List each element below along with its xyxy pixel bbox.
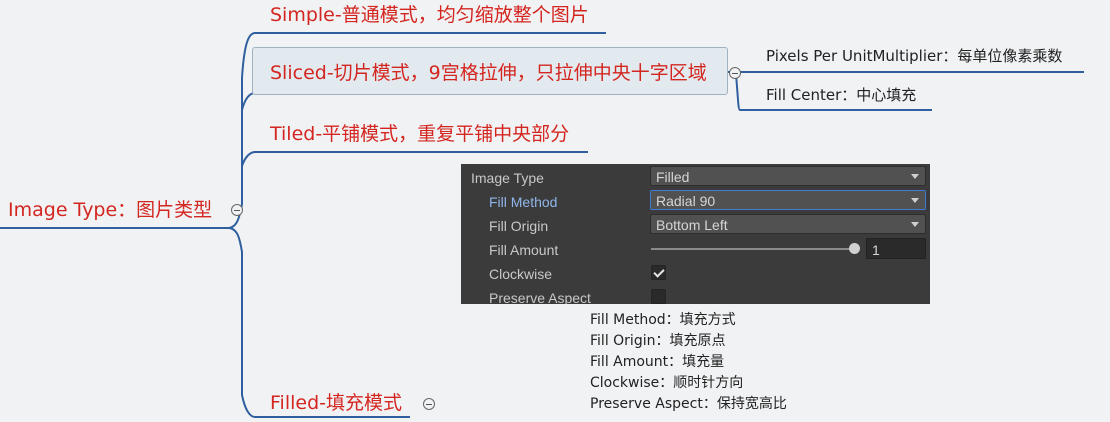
dropdown-arrow-icon (911, 222, 919, 227)
image-type-dropdown[interactable]: Filled (650, 166, 926, 186)
inspector-row-fill-method: Fill Method Radial 90 (461, 189, 930, 213)
preserve-aspect-label: Preserve Aspect (489, 290, 591, 304)
filled-note-fill-amount: Fill Amount：填充量 (590, 354, 725, 370)
dropdown-arrow-icon (911, 198, 919, 203)
collapse-circle-icon[interactable] (423, 398, 435, 410)
inspector-row-fill-amount: Fill Amount 1 (461, 237, 930, 261)
fill-method-dropdown[interactable]: Radial 90 (650, 190, 926, 210)
fill-amount-slider-track[interactable] (651, 248, 855, 250)
collapse-circle-icon[interactable] (729, 67, 741, 79)
link-sliced (241, 92, 256, 111)
image-type-value: Filled (656, 169, 690, 185)
filled-note-preserve-aspect: Preserve Aspect：保持宽高比 (590, 396, 787, 412)
sliced-child-fill-center[interactable]: Fill Center：中心填充 (766, 88, 916, 103)
inspector-row-clockwise: Clockwise (461, 261, 930, 285)
clockwise-label: Clockwise (489, 266, 553, 282)
sliced-child-pixels-per-unit[interactable]: Pixels Per UnitMultiplier：每单位像素乘数 (766, 49, 1062, 64)
fill-origin-dropdown[interactable]: Bottom Left (650, 214, 926, 234)
filled-note-fill-method: Fill Method：填充方式 (590, 312, 736, 328)
fill-amount-input[interactable]: 1 (866, 238, 926, 259)
fill-method-value: Radial 90 (656, 193, 716, 209)
fill-amount-slider-handle[interactable] (849, 243, 860, 254)
link-fill-center (735, 74, 741, 111)
branch-tiled-label[interactable]: Tiled-平铺模式，重复平铺中央部分 (270, 125, 569, 144)
filled-note-clockwise: Clockwise：顺时针方向 (590, 375, 744, 391)
inspector-row-fill-origin: Fill Origin Bottom Left (461, 213, 930, 237)
link-filled (227, 227, 256, 418)
link-simple (227, 32, 256, 229)
inspector-row-image-type: Image Type Filled (461, 165, 930, 189)
clockwise-checkbox[interactable] (651, 265, 666, 280)
fill-origin-label: Fill Origin (489, 218, 549, 234)
branch-simple-label[interactable]: Simple-普通模式，均匀缩放整个图片 (270, 6, 589, 25)
collapse-circle-icon[interactable] (231, 204, 243, 216)
mind-map: Image Type：图片类型 Simple-普通模式，均匀缩放整个图片 Sli… (0, 0, 1110, 422)
branch-sliced-label[interactable]: Sliced-切片模式，9宫格拉伸，只拉伸中央十字区域 (270, 64, 707, 83)
branch-filled-label[interactable]: Filled-填充模式 (270, 394, 402, 413)
inspector-row-preserve-aspect: Preserve Aspect (461, 285, 930, 304)
dropdown-arrow-icon (911, 174, 919, 179)
root-node-label[interactable]: Image Type：图片类型 (8, 201, 212, 220)
unity-inspector-panel: Image Type Filled Fill Method Radial 90 … (461, 164, 930, 304)
link-tiled (241, 151, 256, 167)
preserve-aspect-checkbox[interactable] (651, 289, 666, 304)
filled-note-fill-origin: Fill Origin：填充原点 (590, 333, 726, 349)
fill-method-label: Fill Method (489, 194, 558, 210)
fill-amount-label: Fill Amount (489, 242, 559, 258)
fill-origin-value: Bottom Left (656, 217, 728, 233)
image-type-label: Image Type (471, 170, 544, 186)
fill-amount-value: 1 (872, 242, 880, 258)
